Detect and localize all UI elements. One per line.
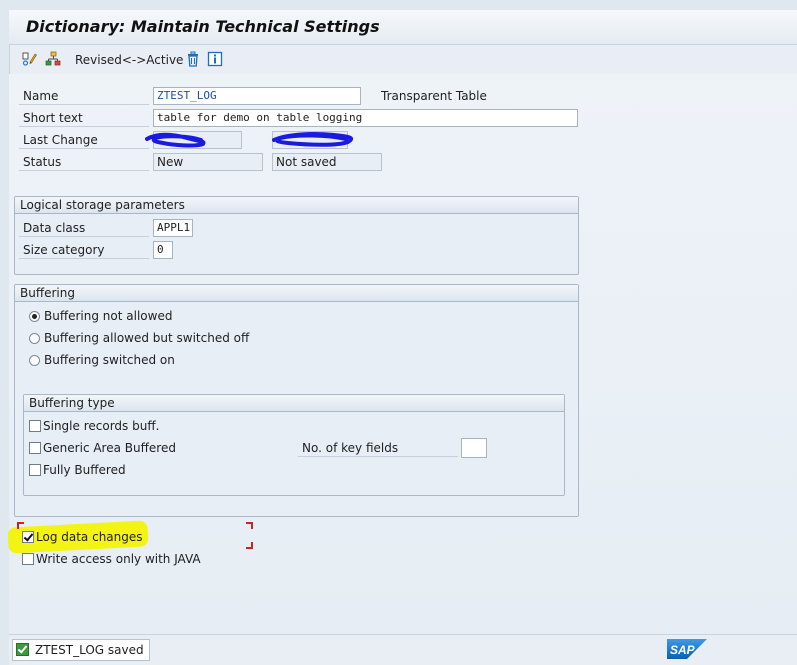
save-status-field: Not saved: [272, 153, 382, 171]
selection-corner-marker: [246, 522, 253, 529]
buffering-option-label: Buffering not allowed: [44, 309, 173, 323]
log-data-changes-checkbox[interactable]: [22, 531, 34, 543]
success-check-icon: [16, 643, 29, 656]
sap-logo: SAP: [667, 639, 707, 659]
page-title: Dictionary: Maintain Technical Settings: [26, 17, 380, 36]
status-field: New: [153, 153, 263, 171]
logical-storage-title: Logical storage parameters: [15, 197, 578, 214]
size-category-field[interactable]: 0: [153, 241, 173, 259]
hierarchy-icon[interactable]: [45, 51, 61, 67]
buffering-type-title: Buffering type: [24, 395, 564, 412]
last-change-label: Last Change: [19, 131, 149, 149]
log-data-changes-label: Log data changes: [36, 530, 143, 544]
key-fields-label: No. of key fields: [298, 439, 458, 457]
title-bar: Dictionary: Maintain Technical Settings: [9, 10, 797, 45]
data-class-label: Data class: [19, 219, 149, 237]
short-text-label: Short text: [19, 109, 149, 127]
sap-logo-text: SAP: [670, 643, 696, 657]
buffering-option-label: Buffering switched on: [44, 353, 175, 367]
size-category-label: Size category: [19, 241, 149, 259]
short-text-field[interactable]: table for demo on table logging: [153, 109, 578, 127]
write-access-java-checkbox[interactable]: [22, 553, 34, 565]
revised-active-button[interactable]: Revised<->Active: [75, 53, 183, 67]
fully-buffered-label: Fully Buffered: [43, 463, 126, 477]
key-fields-field[interactable]: [461, 438, 487, 458]
buffering-option-label: Buffering allowed but switched off: [44, 331, 250, 345]
single-records-label: Single records buff.: [43, 419, 160, 433]
selection-corner-marker: [246, 542, 253, 549]
radio-buffering-not-allowed[interactable]: [29, 311, 40, 322]
generic-area-label: Generic Area Buffered: [43, 441, 176, 455]
write-access-java-label: Write access only with JAVA: [36, 552, 201, 566]
delete-icon[interactable]: [185, 51, 201, 67]
data-class-field[interactable]: APPL1: [153, 219, 193, 237]
status-message: ZTEST_LOG saved: [35, 643, 144, 657]
status-message-box[interactable]: ZTEST_LOG saved: [12, 639, 150, 661]
radio-buffering-switched-off[interactable]: [29, 333, 40, 344]
status-bar: ZTEST_LOG saved SAP: [9, 634, 797, 665]
name-field[interactable]: ZTEST_LOG: [153, 87, 361, 105]
name-label: Name: [19, 87, 149, 105]
redaction-scribble: [272, 132, 354, 147]
buffering-title: Buffering: [15, 285, 578, 302]
radio-buffering-switched-on[interactable]: [29, 355, 40, 366]
info-icon[interactable]: [207, 51, 223, 67]
status-label: Status: [19, 153, 149, 171]
selection-corner-marker: [17, 522, 24, 529]
application-toolbar: Revised<->Active: [9, 45, 797, 73]
table-type-text: Transparent Table: [381, 89, 487, 103]
single-records-checkbox[interactable]: [29, 420, 41, 432]
display-change-icon[interactable]: [21, 51, 37, 67]
generic-area-checkbox[interactable]: [29, 442, 41, 454]
fully-buffered-checkbox[interactable]: [29, 464, 41, 476]
redaction-scribble: [145, 132, 206, 148]
